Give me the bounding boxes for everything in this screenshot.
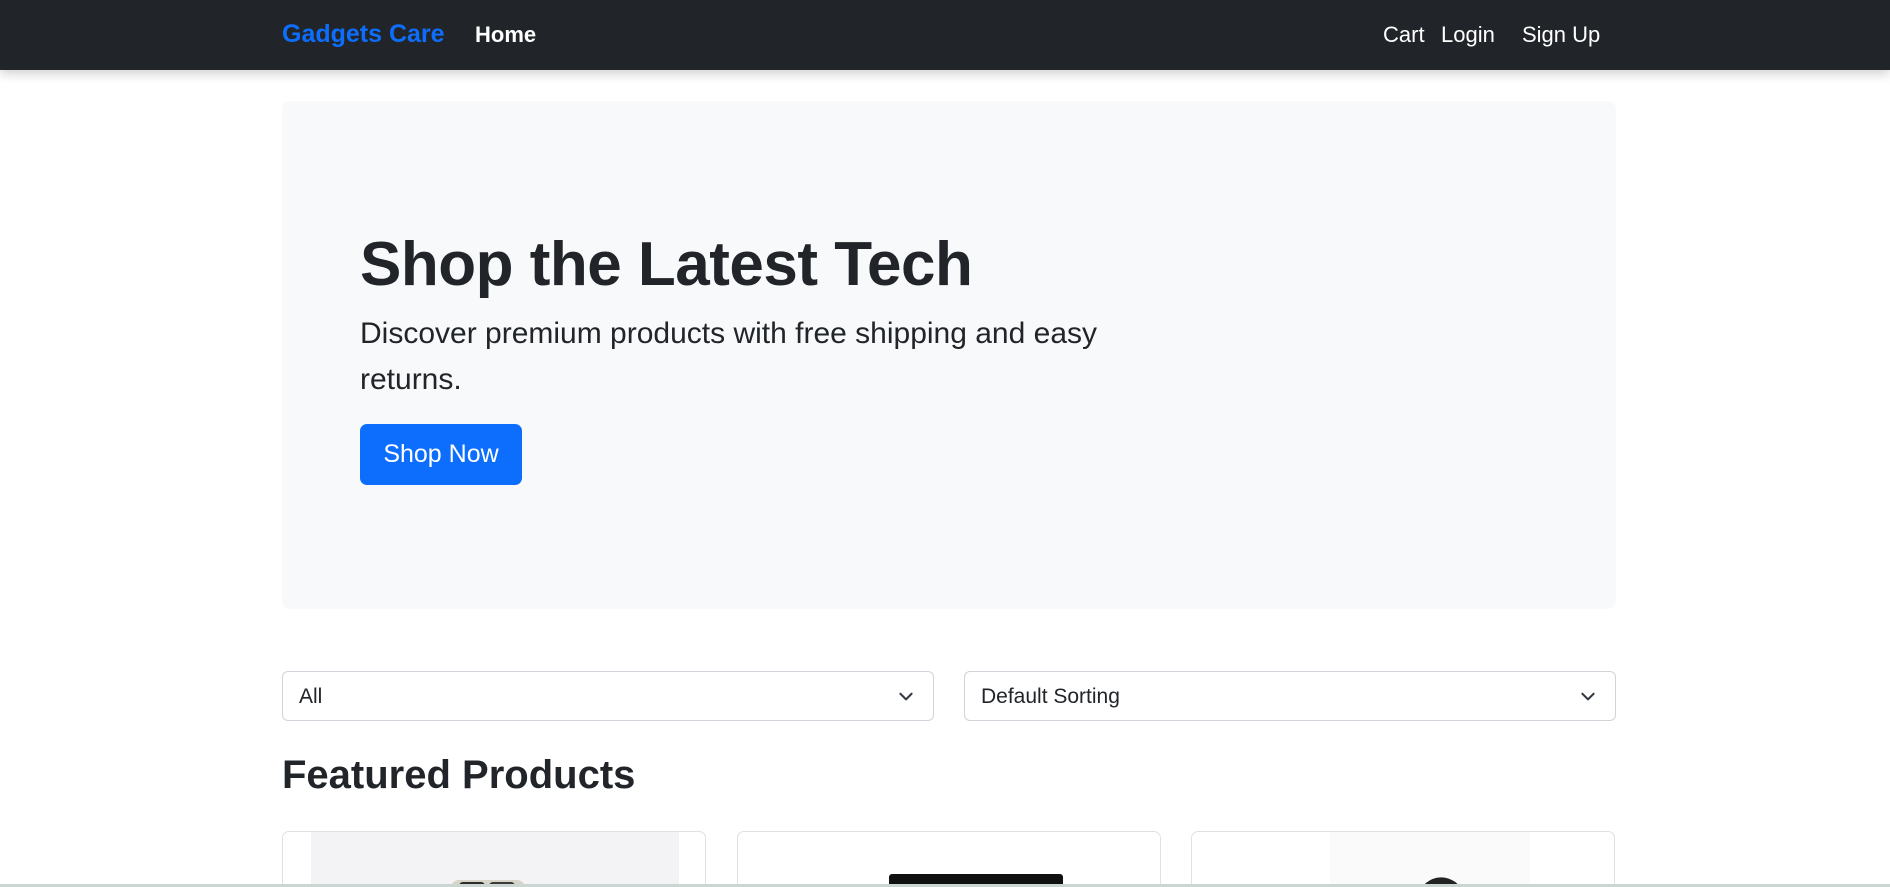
category-select[interactable]: All xyxy=(282,671,934,721)
featured-products-heading: Featured Products xyxy=(282,753,636,797)
hero-banner: Shop the Latest Tech Discover premium pr… xyxy=(282,101,1616,609)
product-card[interactable] xyxy=(737,831,1161,887)
hero-title: Shop the Latest Tech xyxy=(360,230,973,299)
shop-now-button[interactable]: Shop Now xyxy=(360,424,522,485)
nav-cart-link[interactable]: Cart xyxy=(1383,22,1425,48)
chevron-down-icon xyxy=(899,692,913,701)
sort-select-value: Default Sorting xyxy=(981,685,1120,708)
brand-logo[interactable]: Gadgets Care xyxy=(282,20,445,49)
product-card[interactable] xyxy=(1191,831,1615,887)
nav-home-link[interactable]: Home xyxy=(475,22,536,48)
nav-signup-link[interactable]: Sign Up xyxy=(1522,22,1600,48)
sort-select[interactable]: Default Sorting xyxy=(964,671,1616,721)
nav-login-link[interactable]: Login xyxy=(1441,22,1495,48)
category-select-value: All xyxy=(299,685,323,708)
hero-subtitle: Discover premium products with free ship… xyxy=(360,317,1098,396)
top-navbar: Gadgets Care Home Cart Login Sign Up xyxy=(0,0,1890,70)
product-image xyxy=(766,832,1134,887)
product-image xyxy=(311,832,679,887)
product-card[interactable] xyxy=(282,831,706,887)
product-image xyxy=(1220,832,1588,887)
chevron-down-icon xyxy=(1581,692,1595,701)
